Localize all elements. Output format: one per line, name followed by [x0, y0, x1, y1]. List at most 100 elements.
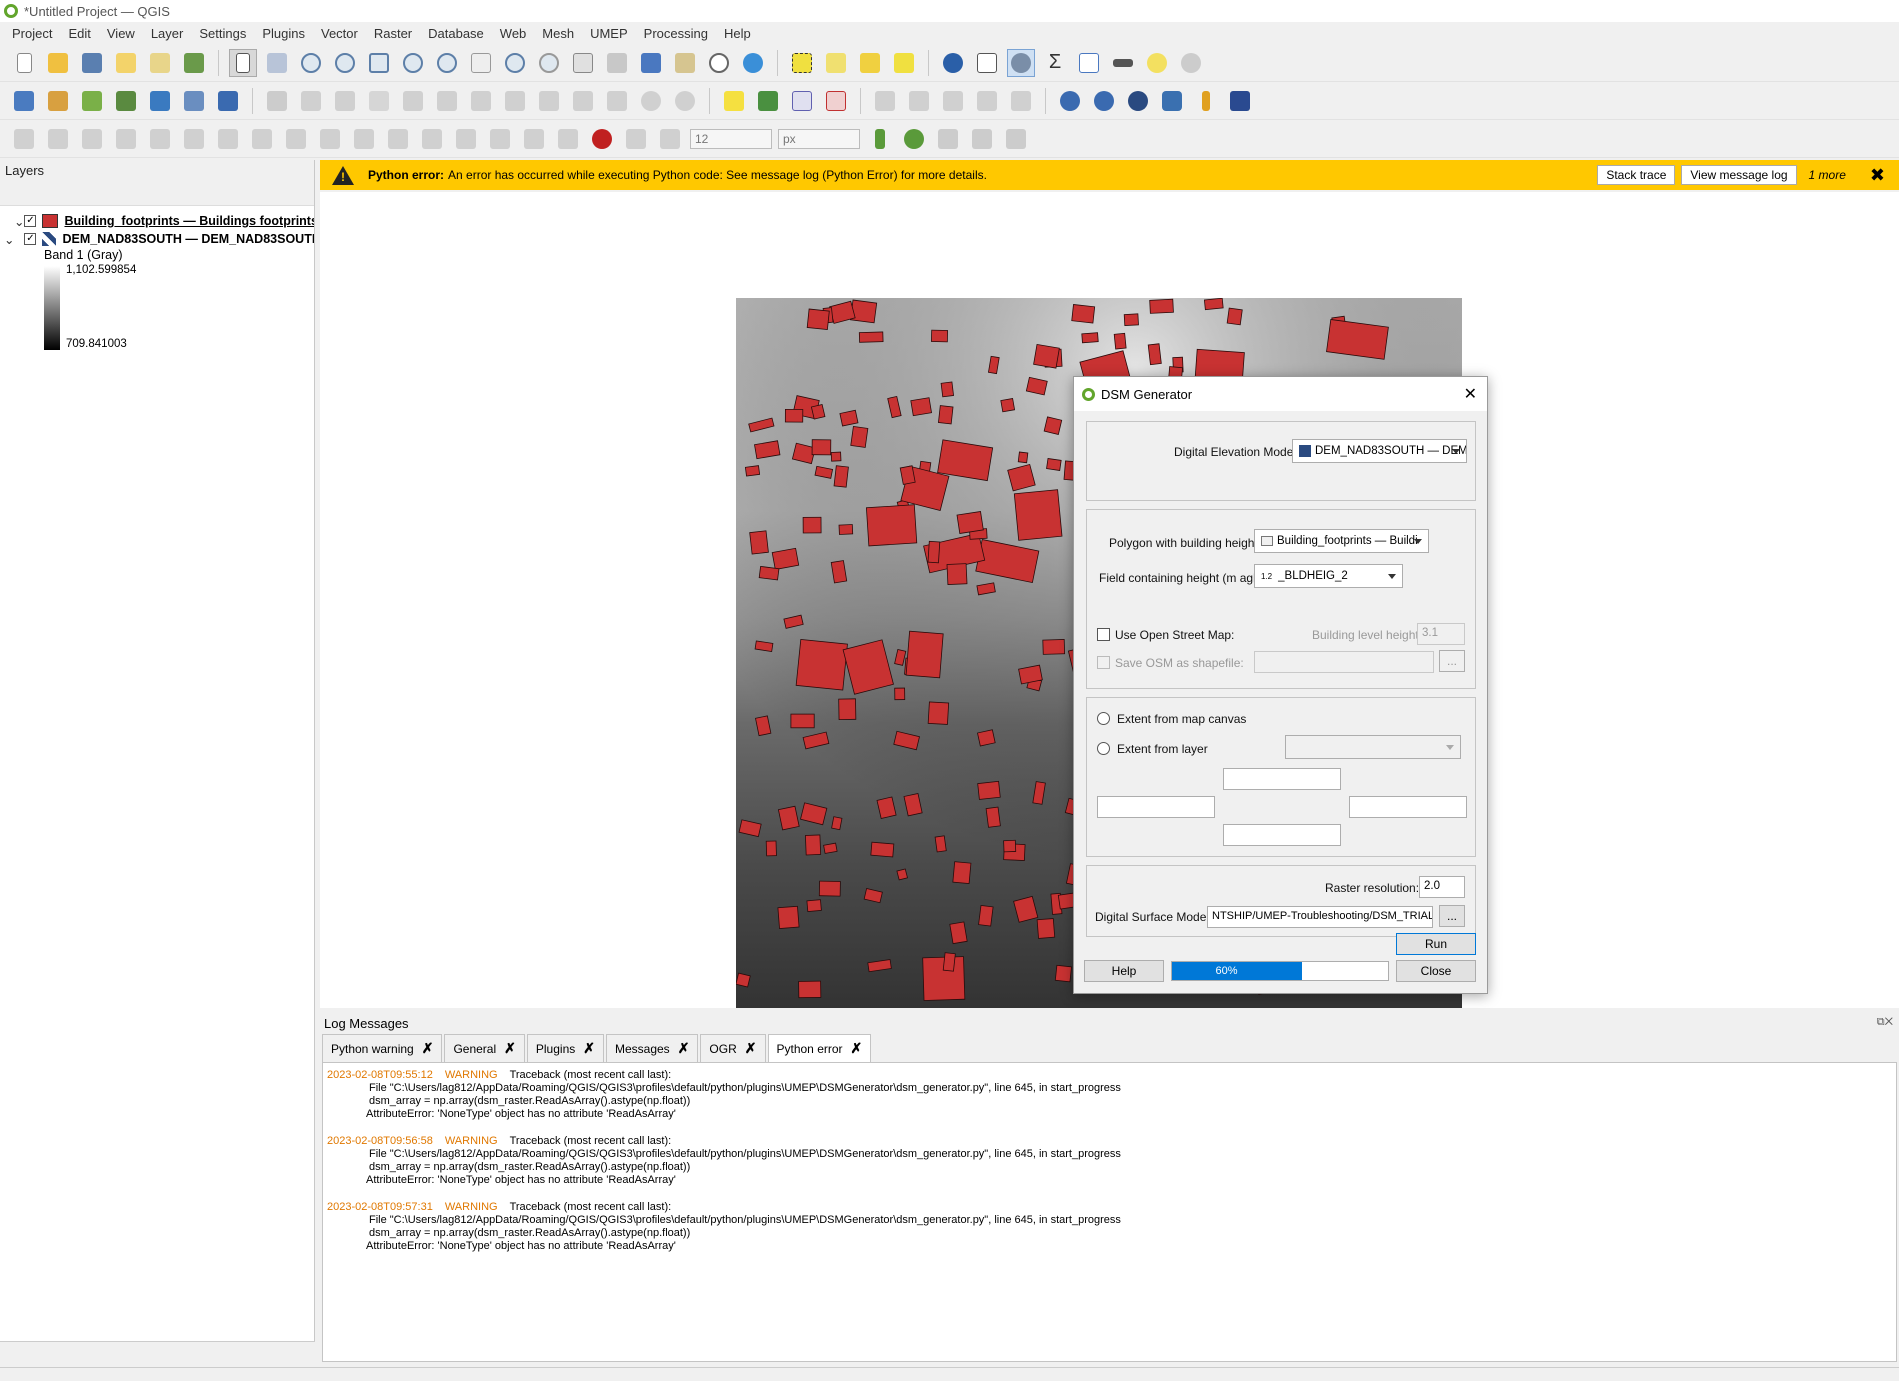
digitize-icon[interactable] [365, 87, 393, 115]
extent-south-input[interactable] [1223, 824, 1341, 846]
menu-vector[interactable]: Vector [313, 26, 366, 41]
stack-trace-button[interactable]: Stack trace [1597, 165, 1676, 185]
add-delimited-text-icon[interactable] [112, 87, 140, 115]
label-abc-icon[interactable] [720, 87, 748, 115]
fill-ring-icon[interactable] [214, 125, 242, 153]
rotate-symbols-icon[interactable] [520, 125, 548, 153]
pin-labels-icon[interactable] [788, 87, 816, 115]
settings-gear-icon[interactable] [1177, 49, 1205, 77]
add-virtual-layer-icon[interactable] [214, 87, 242, 115]
move-diagram-icon[interactable] [1007, 87, 1035, 115]
tab-plugins[interactable]: Plugins ✗ [526, 1034, 604, 1062]
close-tab-icon[interactable]: ✗ [851, 1040, 863, 1057]
extent-east-input[interactable] [1349, 796, 1467, 818]
add-raster-layer-icon[interactable] [180, 87, 208, 115]
current-edits-icon[interactable] [263, 87, 291, 115]
close-tab-icon[interactable]: ✗ [583, 1040, 595, 1057]
select-by-location-icon[interactable] [890, 49, 918, 77]
zoom-to-selection-icon[interactable] [399, 49, 427, 77]
select-by-value-icon[interactable] [822, 49, 850, 77]
open-project-icon[interactable] [44, 49, 72, 77]
close-button[interactable]: Close [1396, 960, 1476, 982]
layer-row-dem[interactable]: ⌄ ✓ DEM_NAD83SOUTH — DEM_NAD83SOUTH. [0, 230, 314, 248]
processing-toolbox-icon[interactable] [1007, 48, 1035, 77]
snapping-intersection-icon[interactable] [900, 125, 928, 153]
new-bookmark-icon[interactable] [637, 49, 665, 77]
menu-project[interactable]: Project [4, 26, 60, 41]
save-osm-checkbox[interactable] [1097, 656, 1110, 669]
offset-curve-icon[interactable] [350, 125, 378, 153]
zoom-next-icon[interactable] [535, 49, 563, 77]
collapse-arrow-icon[interactable]: ⌄ [4, 232, 14, 247]
use-osm-checkbox[interactable] [1097, 628, 1110, 641]
pan-hand-icon[interactable] [229, 48, 257, 77]
style-manager-icon[interactable] [180, 49, 208, 77]
tab-general[interactable]: General ✗ [444, 1034, 525, 1062]
figure-person-icon[interactable] [1192, 87, 1220, 115]
log-text-area[interactable]: 2023-02-08T09:55:12 WARNING Traceback (mos… [322, 1062, 1897, 1362]
run-button[interactable]: Run [1396, 933, 1476, 955]
highlight-labels-icon[interactable] [822, 87, 850, 115]
close-tab-icon[interactable]: ✗ [422, 1040, 434, 1057]
snapping-mode-icon[interactable] [656, 125, 684, 153]
menu-view[interactable]: View [99, 26, 143, 41]
copy-features-icon[interactable] [569, 87, 597, 115]
more-messages-link[interactable]: 1 more [1809, 168, 1846, 182]
zoom-in-icon[interactable] [297, 49, 325, 77]
help-button[interactable]: Help [1084, 960, 1164, 982]
vertex-tool-icon[interactable] [433, 87, 461, 115]
move-feature-icon[interactable] [44, 125, 72, 153]
extent-layer-combo[interactable] [1285, 735, 1461, 759]
close-tab-icon[interactable]: ✗ [678, 1040, 690, 1057]
reshape-icon[interactable] [316, 125, 344, 153]
new-print-layout-icon[interactable] [112, 49, 140, 77]
layer-row-building-footprints[interactable]: ⌄ ✓ Building_footprints — Buildings foot… [0, 212, 314, 230]
globe-tools-icon[interactable] [1124, 87, 1152, 115]
python-console-icon[interactable] [1158, 87, 1186, 115]
add-polygon-icon[interactable] [399, 87, 427, 115]
menu-mesh[interactable]: Mesh [534, 26, 582, 41]
measure-icon[interactable] [1109, 49, 1137, 77]
data-source-manager-icon[interactable] [10, 87, 38, 115]
redo-icon[interactable] [671, 87, 699, 115]
dsm-browse-button[interactable]: ... [1439, 905, 1465, 927]
field-combo[interactable]: 1.2 _BLDHEIG_2 [1254, 564, 1403, 588]
pan-to-selection-icon[interactable] [263, 49, 291, 77]
rotate-label-icon[interactable] [905, 87, 933, 115]
tracing-icon[interactable] [968, 125, 996, 153]
menu-plugins[interactable]: Plugins [254, 26, 313, 41]
temporal-controller-icon[interactable] [705, 49, 733, 77]
menu-layer[interactable]: Layer [143, 26, 192, 41]
map-tips-icon[interactable] [1143, 49, 1171, 77]
raster-resolution-spinbox[interactable]: 2.0 [1419, 876, 1465, 898]
snap-tolerance-input[interactable]: 12 [690, 128, 772, 149]
tab-python-error[interactable]: Python error ✗ [767, 1034, 872, 1062]
simplify-feature-icon[interactable] [112, 125, 140, 153]
view-message-log-button[interactable]: View message log [1681, 165, 1797, 185]
menu-help[interactable]: Help [716, 26, 759, 41]
move-label-icon[interactable] [871, 87, 899, 115]
menu-raster[interactable]: Raster [366, 26, 420, 41]
change-label-icon[interactable] [939, 87, 967, 115]
layout-manager-icon[interactable] [146, 49, 174, 77]
save-project-icon[interactable] [78, 49, 106, 77]
snapping-magnet-icon[interactable] [588, 125, 616, 153]
snapping-type-icon[interactable] [622, 125, 650, 153]
close-message-icon[interactable]: ✖ [1870, 165, 1885, 186]
menu-web[interactable]: Web [492, 26, 535, 41]
new-map-view-icon[interactable] [569, 49, 597, 77]
panel-float-close-icon[interactable]: ⧉✕ [1877, 1016, 1893, 1029]
self-snapping-icon[interactable] [934, 125, 962, 153]
refresh-icon[interactable] [739, 49, 767, 77]
split-parts-icon[interactable] [418, 125, 446, 153]
cut-features-icon[interactable] [535, 87, 563, 115]
extent-layer-radio[interactable] [1097, 742, 1110, 755]
extent-canvas-radio[interactable] [1097, 712, 1110, 725]
paste-features-icon[interactable] [603, 87, 631, 115]
delete-ring-icon[interactable] [248, 125, 276, 153]
globe-add-icon[interactable] [1056, 87, 1084, 115]
layer-labeling-icon[interactable] [754, 87, 782, 115]
show-hide-labels-icon[interactable] [973, 87, 1001, 115]
toggle-editing-icon[interactable] [297, 87, 325, 115]
globe-search-icon[interactable] [1090, 87, 1118, 115]
